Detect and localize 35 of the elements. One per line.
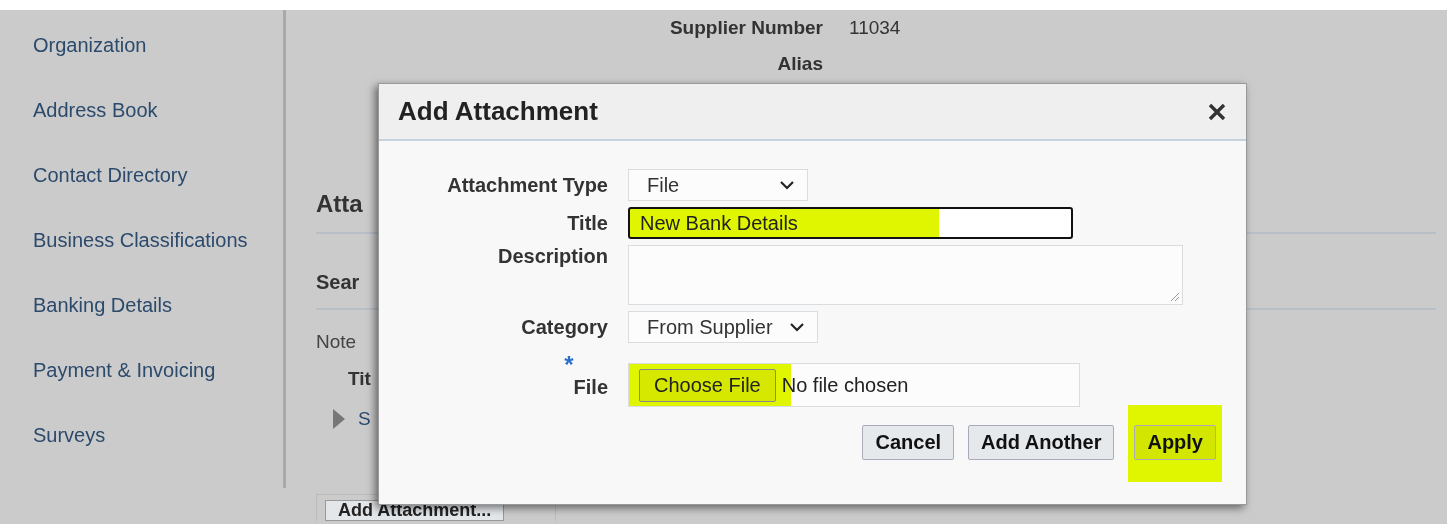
sidebar-link[interactable]: Address Book xyxy=(0,99,283,121)
dialog-button[interactable]: Apply xyxy=(1134,425,1216,460)
field-label: Supplier Number xyxy=(668,17,823,39)
expand-triangle-icon[interactable] xyxy=(332,408,346,430)
field-label: Attachment Type xyxy=(447,173,608,197)
sidebar-link[interactable]: Banking Details xyxy=(0,294,283,316)
description-field[interactable] xyxy=(628,245,1183,305)
choose-file-button[interactable]: Choose File xyxy=(639,368,776,402)
sidebar-link[interactable]: Contact Directory xyxy=(0,164,283,186)
field-label: Alias xyxy=(776,53,823,75)
chevron-down-icon xyxy=(788,322,805,332)
field-label: Title xyxy=(567,211,608,235)
dialog-button[interactable]: Cancel xyxy=(862,425,955,460)
sidebar-link[interactable]: Surveys xyxy=(0,424,283,446)
section-subheading: Sear xyxy=(316,271,360,294)
chevron-down-icon xyxy=(779,180,795,190)
sidebar-link[interactable]: Organization xyxy=(0,34,283,56)
sidebar-link[interactable]: Business Classifications xyxy=(0,229,283,251)
section-heading: Atta xyxy=(316,190,363,218)
dialog-title: Add Attachment xyxy=(398,96,598,127)
tree-item-link[interactable]: S xyxy=(358,408,371,430)
note-text: Note xyxy=(316,331,357,353)
dialog-button[interactable]: Add Another xyxy=(968,425,1115,460)
close-icon[interactable] xyxy=(1208,102,1226,121)
field-label: File xyxy=(573,376,608,399)
title-input-field[interactable]: New Bank Details xyxy=(628,207,1073,239)
field-label: Description xyxy=(497,245,608,268)
resize-handle-icon[interactable] xyxy=(1168,290,1180,302)
dropdown[interactable]: File xyxy=(628,169,808,201)
field-label: Category xyxy=(521,315,608,339)
sidebar-link[interactable]: Payment & Invoicing xyxy=(0,359,283,381)
dropdown[interactable]: From Supplier xyxy=(628,311,818,343)
required-mark: * xyxy=(564,351,574,379)
field-label: Tit xyxy=(348,368,371,390)
field-value: 11034 xyxy=(849,17,901,39)
